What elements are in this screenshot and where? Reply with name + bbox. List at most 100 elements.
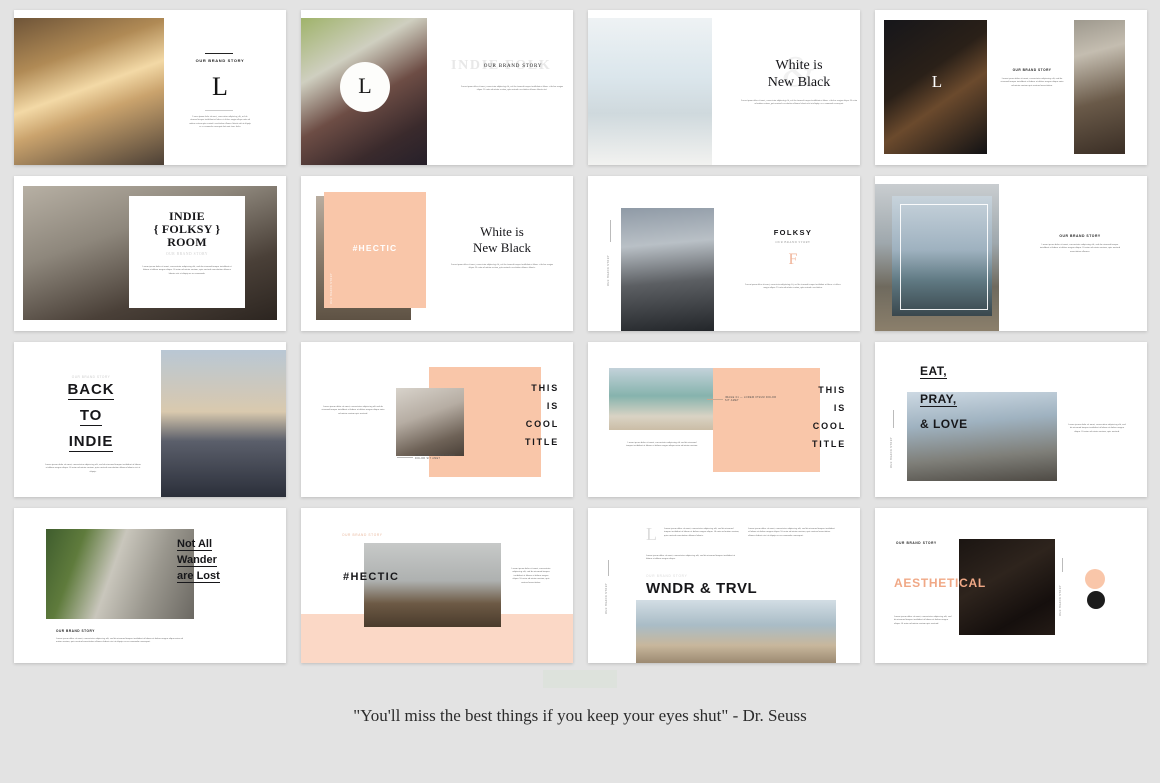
slide-15-vertical-label: OUR BRAND STORY (605, 574, 608, 614)
ghost-shadow (543, 670, 617, 688)
slide-12-title-line3-wrap: & LOVE (920, 415, 968, 433)
slide-1-body: Lorem ipsum dolor sit amet, consectetur … (189, 116, 251, 130)
slide-thumbnail-11[interactable]: Image 01 — Lorem ipsum dolor sit amet Lo… (588, 342, 860, 497)
slide-16-swatch-peach (1085, 569, 1105, 589)
slide-16-body: Lorem ipsum dolor sit amet, consectetur … (894, 616, 954, 626)
slide-15-vertical-rule (608, 560, 609, 576)
slide-13-kicker: Our Brand Story (56, 629, 95, 633)
slide-11-image-caption-rule (707, 399, 723, 400)
slide-9-title-line1: BACK (68, 381, 115, 400)
slide-6-title-line1: White is (446, 224, 558, 240)
slide-7-vertical-rule (610, 220, 611, 242)
slide-12-vertical-label: OUR BRAND STORY (890, 424, 893, 468)
slide-thumbnail-8[interactable]: Our Brand Story Lorem ipsum dolor sit am… (875, 176, 1147, 331)
slide-2-body: Lorem ipsum dolor sit amet, consectetur … (459, 86, 565, 93)
slide-4-body: Lorem ipsum dolor sit amet, consectetur … (1000, 78, 1064, 88)
slide-thumbnail-3[interactable]: & White is New Black Lorem ipsum dolor s… (588, 10, 860, 165)
slide-16-vertical-rule (1062, 558, 1063, 572)
slide-13-body: Lorem ipsum dolor sit amet, consectetur … (56, 638, 186, 645)
slide-14-title: #HECTIC (343, 571, 399, 583)
slide-15-dropcap: L (646, 524, 657, 544)
slide-15-title: WNDR & TRVL (646, 580, 757, 597)
slide-12-title-line2-wrap: PRAY, (920, 390, 957, 408)
slide-11-photo (609, 368, 713, 430)
slide-11-title-line1: THIS (786, 385, 846, 395)
slide-8-body: Lorem ipsum dolor sit amet, consectetur … (1038, 244, 1122, 254)
slide-thumbnail-15[interactable]: L Lorem ipsum dolor sit amet, consectetu… (588, 508, 860, 663)
slide-15-photo (636, 600, 836, 663)
slide-11-title-line2: IS (786, 403, 846, 413)
slide-thumbnail-5[interactable]: INDIE { FOLKSY } ROOM OUR BRAND STORY Lo… (14, 176, 286, 331)
slide-3-title-line1: White is (738, 57, 860, 74)
slide-7-title: FOLKSY (743, 228, 843, 237)
slide-6-body: Lorem ipsum dolor sit amet, consectetur … (448, 264, 556, 271)
slide-5-kicker: OUR BRAND STORY (129, 252, 245, 256)
slide-6-title-line2: New Black (446, 240, 558, 256)
slide-15-kicker: OUR BRAND STORY (646, 574, 687, 578)
slide-16-title: AESTHETICAL (894, 576, 986, 590)
slide-9-title-line2-wrap: TO (56, 407, 126, 425)
slide-4-kicker: Our Brand Story (999, 68, 1065, 72)
slide-10-image-caption: Image 01 — Lorem ipsum dolor sit amet (415, 454, 465, 460)
slide-7-monogram: F (743, 250, 843, 270)
slide-15-body-col1: Lorem ipsum dolor sit amet, consectetur … (664, 528, 740, 538)
slide-10-body: Lorem ipsum dolor sit amet, consectetur … (321, 406, 385, 416)
slide-thumbnail-6[interactable]: #HECTIC OUR BRAND STORY White is New Bla… (301, 176, 573, 331)
slide-4-photo-right (1074, 20, 1125, 154)
slide-2-kicker: OUR BRAND STORY (457, 64, 569, 69)
slide-9-body: Lorem ipsum dolor sit amet, consectetur … (44, 464, 142, 474)
slide-10-title-line2: IS (501, 401, 559, 411)
slide-thumbnail-7[interactable]: OUR BRAND STORY FOLKSY OUR BRAND STORY F… (588, 176, 860, 331)
slide-15-body-col2: Lorem ipsum dolor sit amet, consectetur … (748, 528, 836, 538)
slide-thumbnail-9[interactable]: OUR BRAND STORY BACK TO INDIE Lorem ipsu… (14, 342, 286, 497)
slide-12-title-line2: PRAY, (920, 392, 957, 407)
slide-7-vertical-label: OUR BRAND STORY (607, 236, 610, 286)
slide-thumbnail-4[interactable]: L Our Brand Story Lorem ipsum dolor sit … (875, 10, 1147, 165)
slide-1-monogram: L (164, 74, 276, 100)
slide-9-title-line3-wrap: INDIE (56, 433, 126, 451)
slide-14-kicker: OUR BRAND STORY (342, 533, 382, 537)
slide-1-kicker: OUR BRAND STORY (164, 58, 276, 63)
slide-12-body: Lorem ipsum dolor sit amet, consectetur … (1067, 424, 1127, 434)
slide-thumbnail-12[interactable]: OUR BRAND STORY EAT, PRAY, & LOVE Lorem … (875, 342, 1147, 497)
slide-grid: OUR BRAND STORY L Lorem ipsum dolor sit … (14, 10, 1146, 663)
slide-15-body-col1b: Lorem ipsum dolor sit amet, consectetur … (646, 555, 740, 562)
slide-7-body: Lorem ipsum dolor sit amet, consectetur … (744, 284, 842, 291)
slide-6-vertical-label: OUR BRAND STORY (330, 268, 333, 304)
slide-12-title-line3: & LOVE (920, 417, 968, 431)
slide-10-title-line3: COOL (501, 419, 559, 429)
slide-10-photo (396, 388, 464, 456)
slide-6-block-label: #HECTIC (324, 243, 426, 253)
slide-9-title-line2: TO (80, 407, 102, 426)
slide-thumbnail-16[interactable]: OUR BRAND STORY AESTHETICAL Lorem ipsum … (875, 508, 1147, 663)
slide-thumbnail-1[interactable]: OUR BRAND STORY L Lorem ipsum dolor sit … (14, 10, 286, 165)
slide-11-title-line3: COOL (786, 421, 846, 431)
slide-11-title-line4: TITLE (786, 439, 846, 449)
slide-thumbnail-13[interactable]: Not All Wander are Lost Our Brand Story … (14, 508, 286, 663)
slide-9-title-line1-wrap: BACK (56, 381, 126, 399)
slide-16-vertical-label: OUR BRAND STORY (1059, 570, 1062, 616)
slide-12-title-line1-wrap: EAT, (920, 362, 947, 380)
slide-11-peach-block (713, 368, 820, 472)
slide-thumbnail-14[interactable]: OUR BRAND STORY #HECTIC Lorem ipsum dolo… (301, 508, 573, 663)
slide-7-photo (621, 208, 714, 331)
slide-thumbnail-2[interactable]: L INDIE FOLK OUR BRAND STORY Lorem ipsum… (301, 10, 573, 165)
slide-11-body: Lorem ipsum dolor sit amet, consectetur … (626, 442, 698, 449)
slide-9-title-line3: INDIE (69, 433, 114, 452)
slide-3-photo (588, 18, 712, 165)
slide-10-title-line1: THIS (501, 383, 559, 393)
slide-5-body: Lorem ipsum dolor sit amet, consectetur … (140, 266, 234, 276)
slide-thumbnail-10[interactable]: Lorem ipsum dolor sit amet, consectetur … (301, 342, 573, 497)
slide-8-frame (900, 204, 988, 310)
slide-14-photo (364, 543, 501, 627)
slide-3-title-line2: New Black (738, 74, 860, 91)
slide-13-title-line3: are Lost (177, 570, 220, 583)
slide-13-photo (46, 529, 194, 619)
slide-5-title-line3: ROOM (129, 236, 245, 249)
slide-16-swatch-dark (1087, 591, 1105, 609)
slide-1-divider-2 (205, 110, 233, 111)
slide-10-title-line4: TITLE (501, 437, 559, 447)
slide-1-divider (205, 53, 233, 54)
slide-12-vertical-rule (893, 410, 894, 428)
slide-7-kicker: OUR BRAND STORY (743, 240, 843, 244)
